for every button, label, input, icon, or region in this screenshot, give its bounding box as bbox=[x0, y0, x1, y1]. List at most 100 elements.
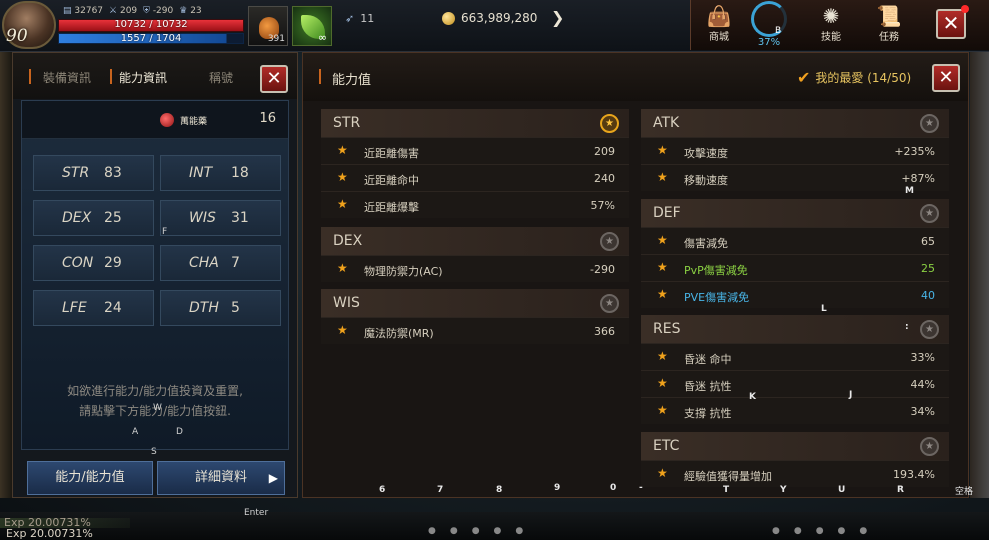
tab-ability[interactable]: 能力資訊 bbox=[119, 69, 167, 86]
favorite-star-icon[interactable]: ★ bbox=[920, 320, 939, 339]
star-icon[interactable]: ★ bbox=[657, 376, 668, 390]
buff-slot[interactable]: ∞ bbox=[292, 6, 332, 46]
section-header: ETC ★ bbox=[641, 432, 949, 460]
favorite-star-icon[interactable]: ★ bbox=[600, 294, 619, 313]
close-icon: ✕ bbox=[938, 67, 954, 88]
stat-row: ★ 近距離傷害 209 bbox=[321, 137, 629, 164]
hotkey-u: U bbox=[838, 485, 846, 495]
combat-power: ▤ 32767 bbox=[63, 6, 104, 16]
section-header: DEF ★ bbox=[641, 199, 949, 227]
favorite-star-icon[interactable]: ★ bbox=[600, 232, 619, 251]
star-icon[interactable]: ★ bbox=[337, 170, 348, 184]
star-icon[interactable]: ★ bbox=[337, 197, 348, 211]
ability-points-button[interactable]: 能力/能力值 bbox=[27, 461, 153, 495]
stat-int[interactable]: INT 18 bbox=[160, 155, 281, 191]
checkmark-icon: ✔ bbox=[797, 68, 811, 87]
star-icon[interactable]: ★ bbox=[657, 260, 668, 274]
close-menu-button[interactable]: ✕ bbox=[936, 9, 966, 39]
star-icon[interactable]: ★ bbox=[657, 143, 668, 157]
background-edge-right bbox=[970, 52, 989, 498]
close-left-panel-button[interactable]: ✕ bbox=[260, 65, 288, 93]
star-icon[interactable]: ★ bbox=[337, 261, 348, 275]
shop-button[interactable]: 👜 商城 bbox=[697, 4, 741, 43]
star-icon[interactable]: ★ bbox=[657, 233, 668, 247]
hotkey-k: K bbox=[749, 392, 756, 402]
hotkey-8: 8 bbox=[496, 485, 503, 495]
panel-header: 能力值 ✔ 我的最愛 (14/50) ✕ bbox=[303, 53, 968, 101]
section-header: ATK ★ bbox=[641, 109, 949, 137]
bag-hotkey: B bbox=[775, 26, 782, 36]
stat-row: ★ 魔法防禦(MR) 366 bbox=[321, 317, 629, 344]
close-right-panel-button[interactable]: ✕ bbox=[932, 64, 960, 92]
bag-icon: 👜 bbox=[706, 4, 732, 28]
star-icon[interactable]: ★ bbox=[337, 323, 348, 337]
exp-text: Exp 20.00731% bbox=[6, 527, 93, 540]
trophy-stat: ♛ 23 bbox=[179, 6, 202, 16]
page-dots-right[interactable]: ●●●●● bbox=[772, 526, 881, 536]
tab-separator bbox=[29, 69, 31, 84]
hotkey-6: 6 bbox=[379, 485, 386, 495]
expand-arrow-icon[interactable]: ❯ bbox=[551, 8, 564, 27]
hotkey-t: T bbox=[723, 485, 730, 495]
skill-button[interactable]: ✺ 技能 bbox=[809, 4, 853, 43]
star-icon[interactable]: ★ bbox=[657, 170, 668, 184]
combat-power-icon: ▤ bbox=[63, 6, 72, 16]
background-edge-left bbox=[0, 52, 12, 498]
star-icon[interactable]: ★ bbox=[657, 403, 668, 417]
hotkey-space: 空格 bbox=[955, 487, 974, 497]
hotkey-s: S bbox=[151, 447, 157, 457]
stat-row: ★ 昏迷 命中 33% bbox=[641, 343, 949, 370]
gold-coin-icon bbox=[442, 11, 455, 25]
hotkey-f: F bbox=[162, 227, 168, 237]
star-icon[interactable]: ★ bbox=[337, 143, 348, 157]
panel-tabs: 裝備資訊 能力資訊 稱號 ✕ bbox=[13, 53, 297, 99]
character-info-panel: 裝備資訊 能力資訊 稱號 ✕ 萬能藥 16 STR 83 INT 18 DEX 25 … bbox=[12, 52, 298, 498]
favorite-star-icon[interactable]: ★ bbox=[920, 437, 939, 456]
star-icon[interactable]: ★ bbox=[657, 287, 668, 301]
stat-cha[interactable]: CHA 7 bbox=[160, 245, 281, 281]
bag-capacity-button[interactable]: B 37% bbox=[747, 1, 791, 48]
page-dots-left[interactable]: ●●●●● bbox=[428, 526, 537, 536]
elixir-icon bbox=[160, 113, 174, 127]
favorite-star-icon[interactable]: ★ bbox=[920, 204, 939, 223]
section-def: DEF ★ ★ 傷害減免 65 ★ PvP傷害減免 25 ★ PVE傷害減免 40 bbox=[641, 199, 949, 308]
hotkey-enter: Enter bbox=[244, 508, 269, 518]
stat-row: ★ 物理防禦力(AC) -290 bbox=[321, 255, 629, 282]
stat-lfe[interactable]: LFE 24 bbox=[33, 290, 154, 326]
reset-notice: 如欲進行能力/能力值投資及重置, 請點擊下方能力/能力值按鈕. bbox=[67, 384, 243, 418]
tab-title[interactable]: 稱號 bbox=[209, 69, 233, 86]
close-icon: ✕ bbox=[266, 68, 282, 89]
hotkey-d: D bbox=[176, 427, 183, 437]
stat-row: ★ 支撐 抗性 34% bbox=[641, 397, 949, 424]
stat-area: 萬能藥 16 STR 83 INT 18 DEX 25 WIS 31 CON 29 CHA… bbox=[21, 100, 289, 457]
section-atk: ATK ★ ★ 攻擊速度 +235% ★ 移動速度 +87% bbox=[641, 109, 949, 191]
favorite-star-icon[interactable]: ★ bbox=[600, 114, 619, 133]
star-icon[interactable]: ★ bbox=[657, 466, 668, 480]
tab-equipment[interactable]: 裝備資訊 bbox=[43, 69, 91, 86]
quest-button[interactable]: 📜 任務 bbox=[867, 4, 911, 43]
wing-icon: ➶ bbox=[345, 12, 355, 25]
stat-str[interactable]: STR 83 bbox=[33, 155, 154, 191]
details-button[interactable]: 詳細資料 ▶ bbox=[157, 461, 285, 495]
stat-row: ★ 近距離爆擊 57% bbox=[321, 191, 629, 218]
stat-row: ★ 經驗值獲得量增加 193.4% bbox=[641, 460, 949, 487]
stat-dth[interactable]: DTH 5 bbox=[160, 290, 281, 326]
stat-points-header: 萬能藥 16 bbox=[22, 101, 288, 139]
section-header: STR ★ bbox=[321, 109, 629, 137]
potion-slot[interactable]: 391 bbox=[248, 6, 288, 46]
stat-row: ★ 近距離命中 240 bbox=[321, 164, 629, 191]
trophy-icon: ♛ bbox=[179, 6, 188, 16]
capacity-ring-icon bbox=[751, 1, 787, 37]
hud-stat-row: ▤ 32767 ⚔ 209 ⛨ -290 ♛ 23 bbox=[63, 6, 202, 16]
shield-icon: ⛨ bbox=[143, 6, 150, 16]
hotkey-7: 7 bbox=[437, 485, 444, 495]
hotkey-colon: : bbox=[905, 322, 909, 332]
favorites-toggle[interactable]: ✔ 我的最愛 (14/50) bbox=[797, 68, 911, 87]
favorite-star-icon[interactable]: ★ bbox=[920, 114, 939, 133]
stat-con[interactable]: CON 29 bbox=[33, 245, 154, 281]
stat-dex[interactable]: DEX 25 bbox=[33, 200, 154, 236]
gold-counter: 663,989,280 bbox=[442, 11, 537, 25]
star-icon[interactable]: ★ bbox=[657, 349, 668, 363]
stat-wis[interactable]: WIS 31 bbox=[160, 200, 281, 236]
potion-count: 391 bbox=[267, 34, 285, 44]
